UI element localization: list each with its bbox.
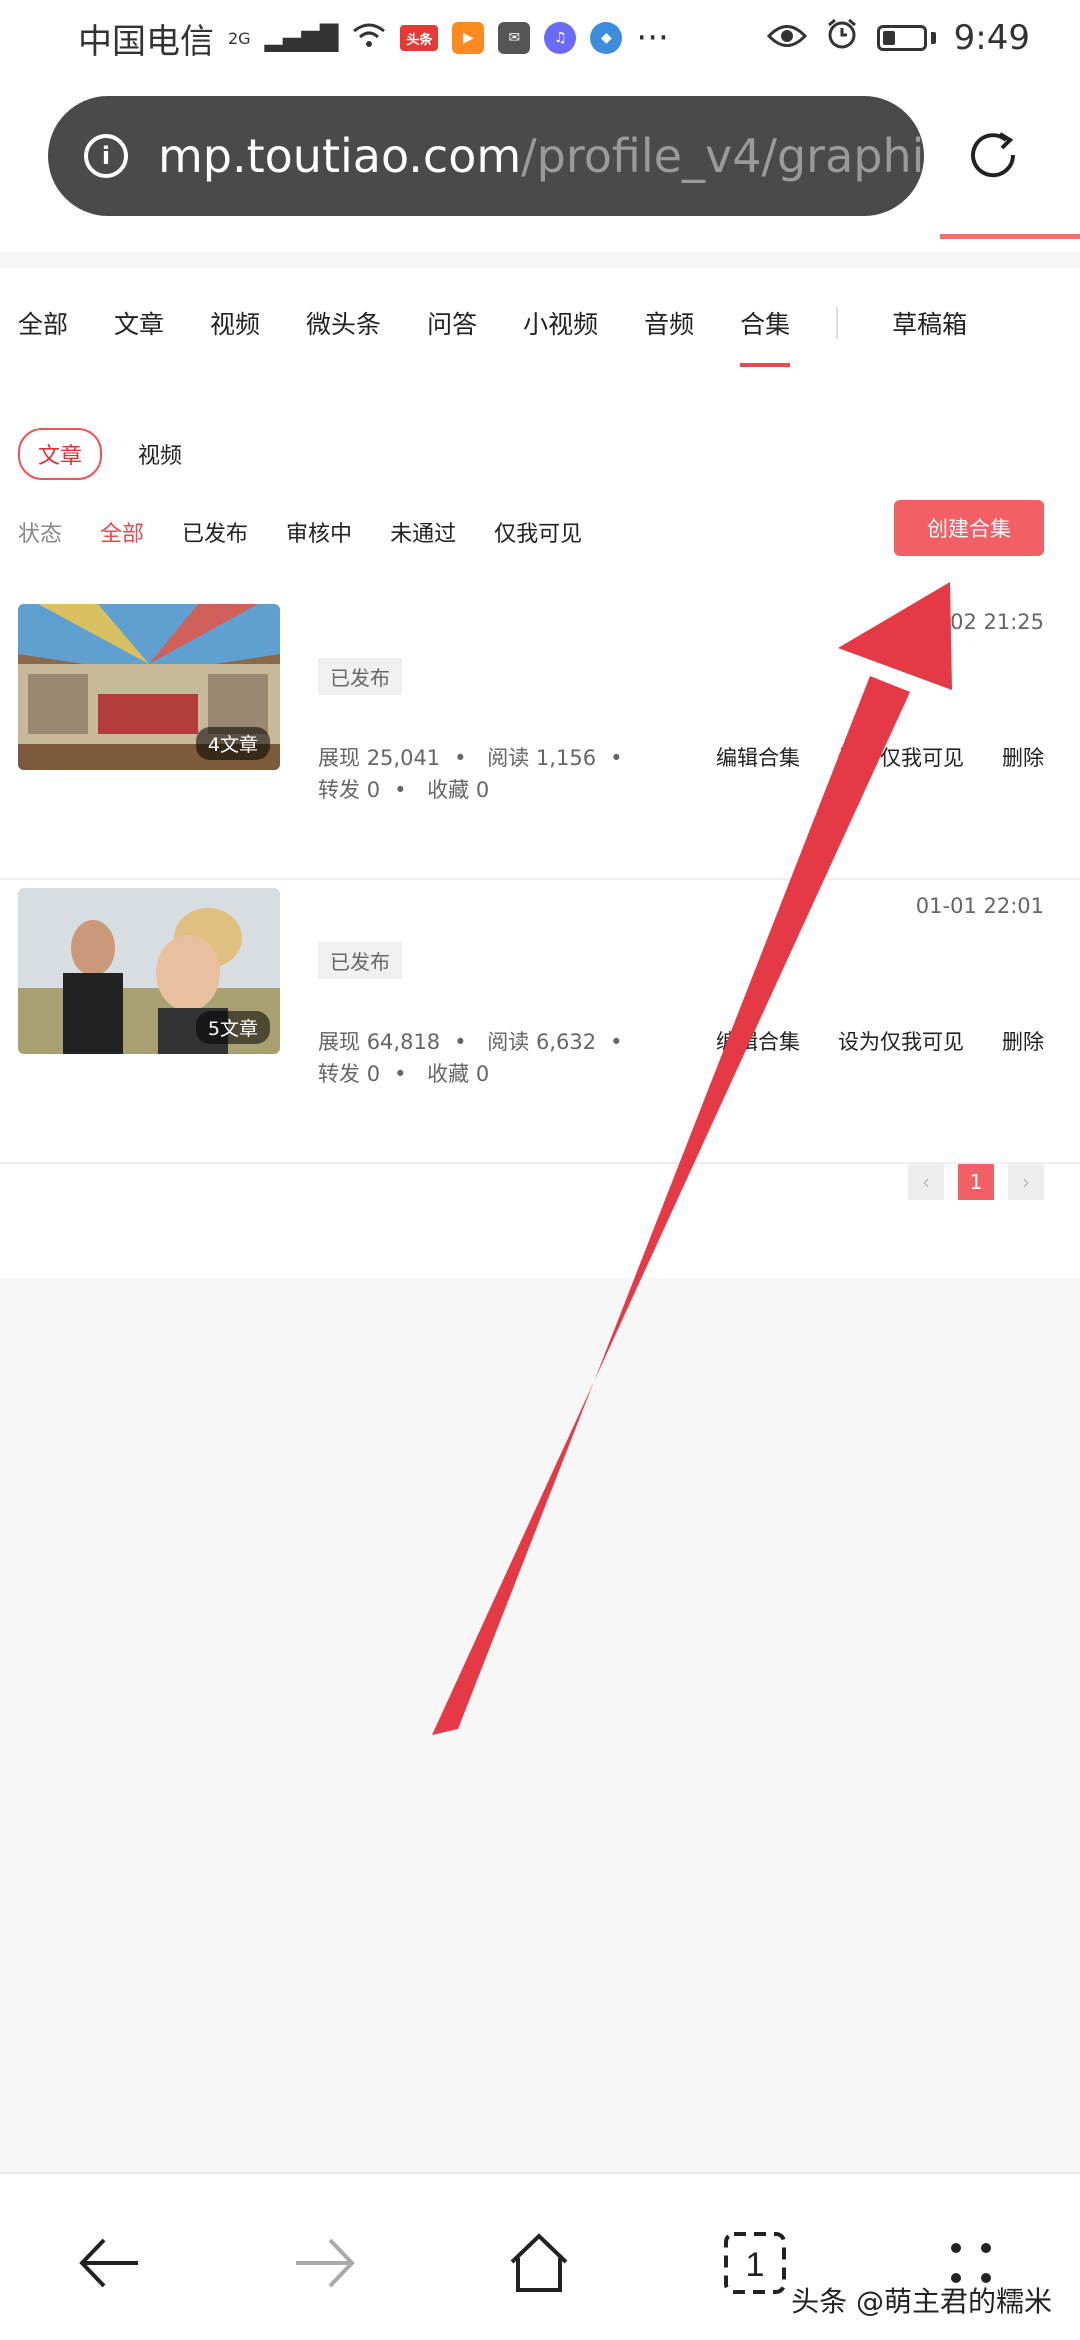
filter-reviewing[interactable]: 审核中 xyxy=(286,516,352,548)
category-tabs: 全部 文章 视频 微头条 问答 小视频 音频 合集 草稿箱 xyxy=(0,268,1080,378)
stats-line-1: 展现 25,041 • 阅读 1,156 • xyxy=(318,746,623,770)
shares-value: 0 xyxy=(366,1062,381,1086)
pagination: ‹ 1 › xyxy=(908,1164,1044,1200)
signal-icon: ▂▄▆█ xyxy=(264,24,339,52)
status-badge: 已发布 xyxy=(318,658,402,695)
edit-collection-link[interactable]: 编辑合集 xyxy=(716,742,800,772)
main-content: 全部 文章 视频 微头条 问答 小视频 音频 合集 草稿箱 文章 视频 状态 全… xyxy=(0,268,1080,1278)
tab-articles[interactable]: 文章 xyxy=(114,305,164,341)
filter-rejected[interactable]: 未通过 xyxy=(390,516,456,548)
prev-page-button[interactable]: ‹ xyxy=(908,1164,944,1200)
alarm-icon xyxy=(825,17,859,60)
edit-collection-link[interactable]: 编辑合集 xyxy=(716,1026,800,1056)
tabs-icon[interactable]: 1 xyxy=(720,2228,790,2298)
reads-value: 1,156 xyxy=(535,746,597,770)
shares-label: 转发 xyxy=(318,1062,360,1086)
wifi-icon xyxy=(352,18,386,58)
row-actions: 编辑合集 设为仅我可见 删除 xyxy=(716,1026,1044,1056)
subtab-articles[interactable]: 文章 xyxy=(18,428,103,480)
url-host: mp.toutiao.com xyxy=(158,129,522,183)
views-value: 64,818 xyxy=(366,1030,441,1054)
tab-videos[interactable]: 视频 xyxy=(210,305,260,341)
clock: 9:49 xyxy=(953,18,1030,58)
filter-all[interactable]: 全部 xyxy=(100,516,144,548)
browser-bottom-nav: 1 头条 @萌主君的糯米 xyxy=(0,2172,1080,2340)
more-notifications-icon: ··· xyxy=(636,18,669,58)
reads-value: 6,632 xyxy=(535,1030,597,1054)
tab-collections[interactable]: 合集 xyxy=(740,305,791,367)
home-icon[interactable] xyxy=(504,2228,574,2298)
url-text: mp.toutiao.com/profile_v4/graphic xyxy=(158,129,924,183)
shares-value: 0 xyxy=(366,778,381,802)
svg-text:1: 1 xyxy=(746,2246,765,2284)
create-collection-button[interactable]: 创建合集 xyxy=(894,500,1044,556)
loading-progress-line xyxy=(940,234,1080,239)
browser-toolbar: i mp.toutiao.com/profile_v4/graphic xyxy=(0,76,1080,252)
collection-row: 5文章 01-01 22:01 已发布 展现 64,818 • 阅读 6,632 •… xyxy=(0,888,1080,1164)
music-app-icon: ♫ xyxy=(544,22,577,54)
stats-line-2: 转发 0 • 收藏 0 xyxy=(318,1062,490,1086)
subtab-videos[interactable]: 视频 xyxy=(138,438,182,470)
tab-drafts[interactable]: 草稿箱 xyxy=(892,305,967,341)
article-count-badge: 5文章 xyxy=(195,1011,270,1044)
filter-private[interactable]: 仅我可见 xyxy=(494,516,582,548)
browser-app-icon: ◆ xyxy=(590,22,623,54)
row-actions: 编辑合集 设为仅我可见 删除 xyxy=(716,742,1044,772)
reads-label: 阅读 xyxy=(487,746,530,770)
favs-value: 0 xyxy=(475,778,490,802)
favs-value: 0 xyxy=(475,1062,490,1086)
back-icon[interactable] xyxy=(74,2228,144,2298)
tab-qa[interactable]: 问答 xyxy=(427,305,477,341)
collection-thumbnail[interactable]: 5文章 xyxy=(18,888,280,1054)
status-badge: 已发布 xyxy=(318,942,402,979)
views-label: 展现 xyxy=(318,1030,360,1054)
views-label: 展现 xyxy=(318,746,360,770)
content-type-subtabs: 文章 视频 xyxy=(18,428,182,480)
status-filters: 状态 全部 已发布 审核中 未通过 仅我可见 创建合集 xyxy=(18,500,1062,556)
tab-short-videos[interactable]: 小视频 xyxy=(523,305,598,341)
set-private-link[interactable]: 设为仅我可见 xyxy=(838,742,964,772)
filter-label: 状态 xyxy=(18,522,63,547)
url-path: /profile_v4/graphic xyxy=(521,129,924,183)
article-count-badge: 4文章 xyxy=(195,727,270,760)
filter-published[interactable]: 已发布 xyxy=(182,516,248,548)
views-value: 25,041 xyxy=(366,746,441,770)
watermark: 头条 @萌主君的糯米 xyxy=(791,2285,1052,2318)
reload-icon[interactable] xyxy=(958,120,1028,190)
current-page[interactable]: 1 xyxy=(958,1164,994,1200)
stats-line-1: 展现 64,818 • 阅读 6,632 • xyxy=(318,1030,623,1054)
publish-date: 01-01 22:01 xyxy=(915,894,1044,918)
next-page-button[interactable]: › xyxy=(1008,1164,1044,1200)
favs-label: 收藏 xyxy=(427,778,470,802)
collection-row: 4文章 -02 21:25 已发布 展现 25,041 • 阅读 1,156 • 转… xyxy=(0,604,1080,880)
tab-divider xyxy=(836,307,839,339)
network-type: 2G xyxy=(228,28,251,48)
battery-icon xyxy=(876,25,927,51)
stats-line-2: 转发 0 • 收藏 0 xyxy=(318,778,490,802)
tab-micro-posts[interactable]: 微头条 xyxy=(306,305,381,341)
message-app-icon: ✉ xyxy=(498,22,531,54)
video-app-icon: ▶ xyxy=(452,22,485,54)
address-bar[interactable]: i mp.toutiao.com/profile_v4/graphic xyxy=(48,96,924,216)
favs-label: 收藏 xyxy=(427,1062,470,1086)
reads-label: 阅读 xyxy=(487,1030,530,1054)
forward-icon[interactable] xyxy=(290,2228,360,2298)
toutiao-app-icon: 头条 xyxy=(400,25,439,51)
publish-date: -02 21:25 xyxy=(942,610,1045,634)
delete-link[interactable]: 删除 xyxy=(1002,742,1044,772)
delete-link[interactable]: 删除 xyxy=(1002,1026,1044,1056)
tab-all[interactable]: 全部 xyxy=(18,305,68,341)
info-icon[interactable]: i xyxy=(84,134,128,178)
status-bar: 中国电信 2G ▂▄▆█ 头条 ▶ ✉ ♫ ◆ ··· 9:49 xyxy=(0,0,1080,76)
collection-thumbnail[interactable]: 4文章 xyxy=(18,604,280,770)
set-private-link[interactable]: 设为仅我可见 xyxy=(838,1026,964,1056)
eye-icon xyxy=(766,18,807,58)
tab-audio[interactable]: 音频 xyxy=(644,305,694,341)
carrier-label: 中国电信 xyxy=(78,21,214,62)
shares-label: 转发 xyxy=(318,778,360,802)
